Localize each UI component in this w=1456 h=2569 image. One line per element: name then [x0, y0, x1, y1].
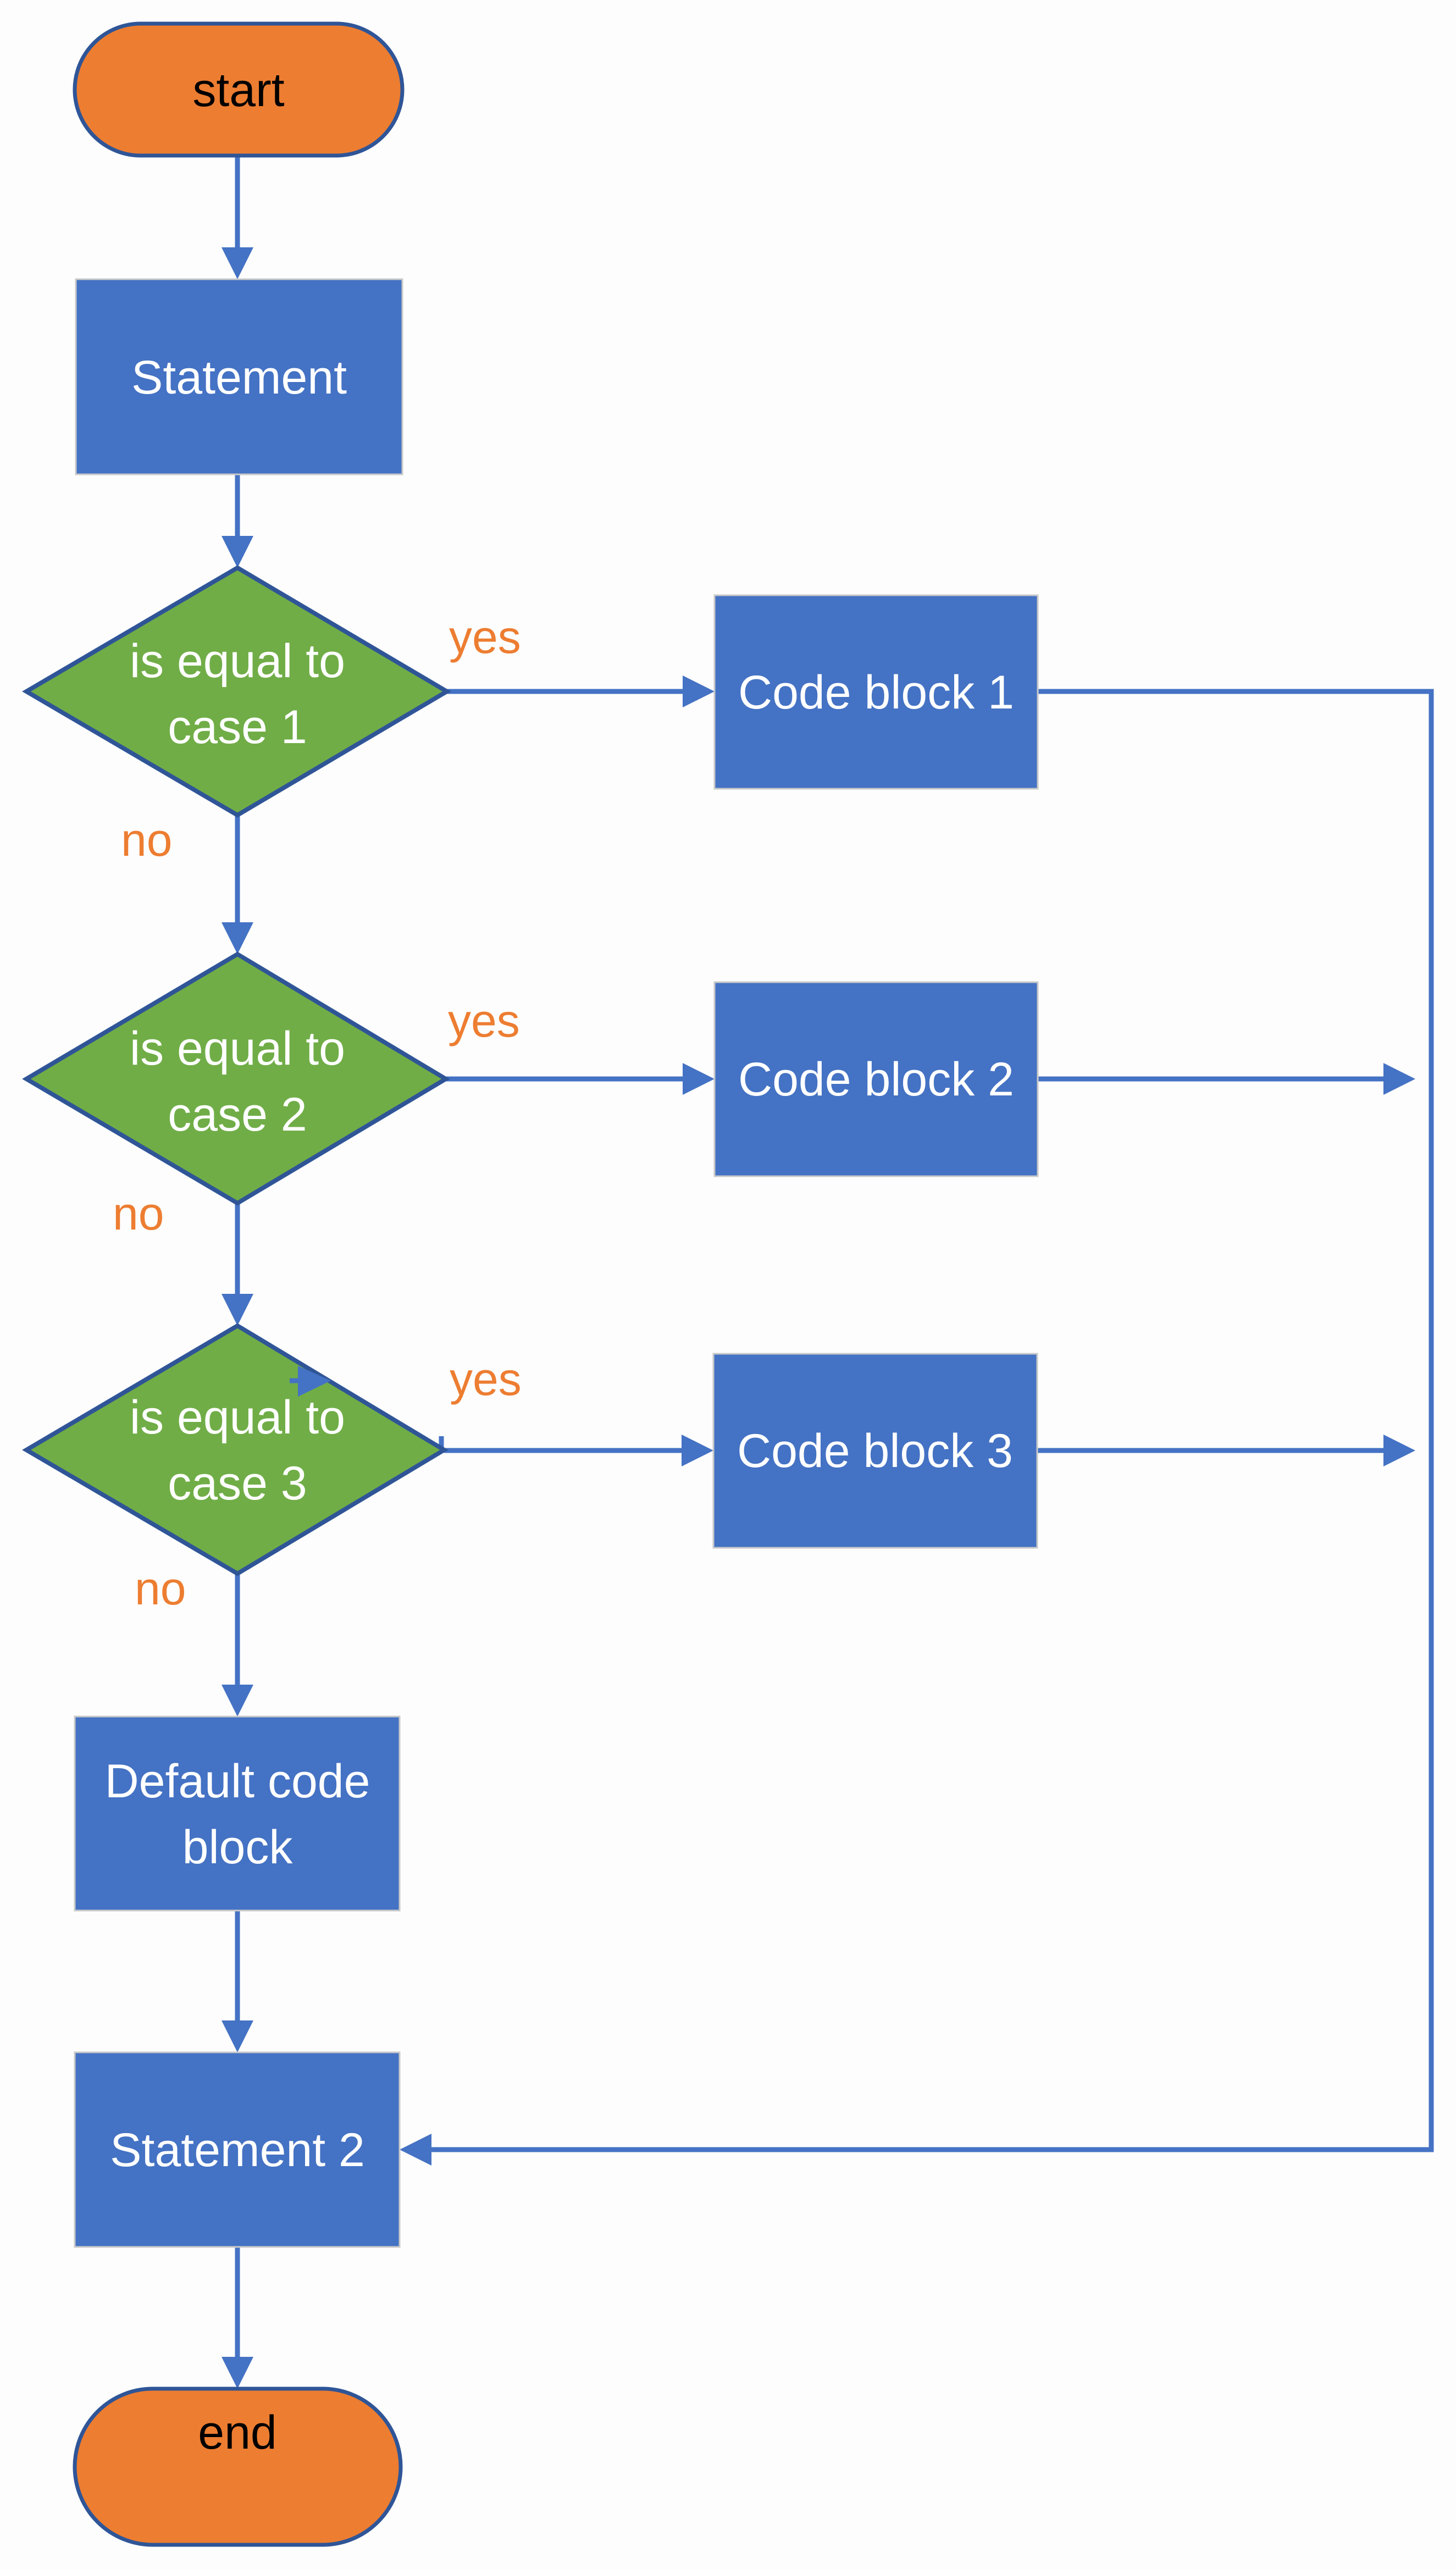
label-case1-yes: yes [449, 611, 521, 663]
node-statement[interactable]: Statement [75, 278, 403, 475]
arrowhead-down-icon [222, 922, 253, 954]
arrowhead-right-icon [1383, 1435, 1415, 1466]
node-default-line2: block [182, 1821, 294, 1874]
node-default[interactable]: Default code block [74, 1715, 401, 1912]
arrowhead-left-icon [400, 2134, 431, 2166]
node-case1-line1: is equal to [130, 635, 345, 688]
arrowhead-right-icon [1383, 1063, 1415, 1095]
decision-shape [22, 1323, 449, 1576]
node-start[interactable]: start [73, 21, 405, 158]
label-case3-yes: yes [450, 1353, 522, 1405]
node-default-line1: Default code [105, 1755, 370, 1808]
arrowhead-down-icon [222, 1685, 253, 1717]
node-code1[interactable]: Code block 1 [713, 594, 1039, 790]
node-statement2[interactable]: Statement 2 [74, 2051, 401, 2248]
node-code1-label: Code block 1 [738, 666, 1014, 719]
node-start-label: start [192, 64, 284, 117]
arrowhead-down-icon [222, 536, 253, 568]
arrowhead-down-icon [222, 247, 253, 279]
node-case2-line2: case 2 [168, 1088, 307, 1141]
node-code2[interactable]: Code block 2 [713, 981, 1039, 1177]
node-code3-label: Code block 3 [737, 1425, 1013, 1477]
arrowhead-right-icon [683, 1063, 715, 1095]
node-case1[interactable]: is equal to case 1 [22, 565, 451, 818]
process-shape [74, 1715, 401, 1912]
node-code3[interactable]: Code block 3 [712, 1353, 1038, 1549]
flowchart-canvas: start Statement is equal to case 1 is eq… [22, 21, 1434, 2547]
label-case2-no: no [113, 1188, 164, 1239]
node-statement2-label: Statement 2 [110, 2124, 365, 2177]
node-end-label: end [198, 2406, 277, 2459]
node-case2-line1: is equal to [130, 1022, 345, 1075]
label-case3-no: no [135, 1563, 186, 1614]
arrowhead-right-icon [682, 1435, 713, 1466]
label-case2-yes: yes [448, 995, 520, 1047]
arrowhead-down-icon [222, 2357, 253, 2389]
decision-shape [22, 951, 450, 1206]
connectors [222, 156, 1434, 2389]
node-case3-line1: is equal to [130, 1391, 345, 1444]
node-statement-label: Statement [131, 351, 347, 404]
decision-shape [22, 565, 451, 818]
arrowhead-right-icon [683, 676, 715, 707]
node-case3[interactable]: is equal to case 3 [22, 1323, 449, 1576]
node-code2-label: Code block 2 [738, 1053, 1014, 1106]
node-case2[interactable]: is equal to case 2 [22, 951, 450, 1206]
node-case1-line2: case 1 [168, 701, 307, 754]
node-end[interactable]: end [73, 2387, 403, 2547]
arrowhead-down-icon [222, 1294, 253, 1326]
node-case3-line2: case 3 [168, 1457, 307, 1510]
label-case1-no: no [121, 814, 172, 866]
arrowhead-down-icon [222, 2020, 253, 2052]
